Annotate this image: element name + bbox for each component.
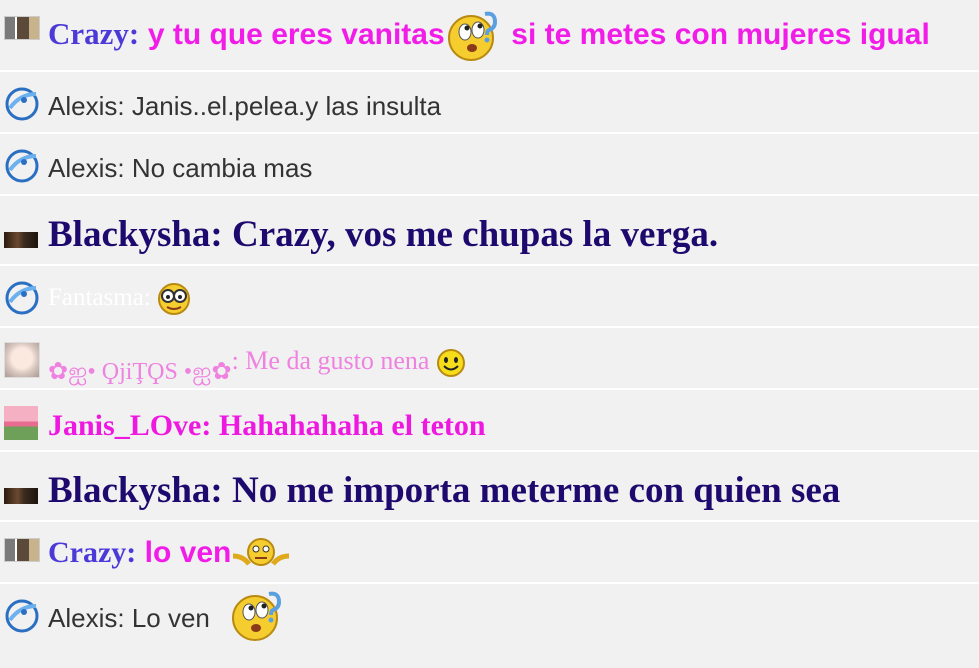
chat-text: Crazy, vos me chupas la verga. xyxy=(232,214,719,255)
chat-message: Alexis: No cambia mas xyxy=(0,134,979,196)
chat-text: No cambia mas xyxy=(131,153,313,183)
chat-username[interactable]: Alexis: xyxy=(48,91,125,121)
chat-message: Fantasma: xyxy=(0,266,979,328)
dark-avatar-icon[interactable] xyxy=(4,488,38,504)
chat-text: y tu que eres vanitas xyxy=(147,18,445,52)
chat-message: ✿ஐ• ϘjiŢϘS •ஐ✿: Me da gusto nena xyxy=(0,328,979,390)
photo-avatar-icon[interactable] xyxy=(4,538,40,562)
photo-avatar-icon[interactable] xyxy=(4,16,40,40)
rolling-eyes-emoji-icon xyxy=(445,8,503,64)
chat-text-continued: si te metes con mujeres igual xyxy=(511,18,930,52)
blue-bird-icon[interactable] xyxy=(4,86,40,127)
chat-username[interactable]: Alexis: xyxy=(48,603,125,633)
rolling-eyes-emoji-icon xyxy=(229,588,287,644)
chat-log: Crazy: y tu que eres vanitas si te metes… xyxy=(0,0,979,668)
blue-bird-icon[interactable] xyxy=(4,598,40,639)
smiley-emoji-icon xyxy=(436,348,466,378)
chat-text: Lo ven xyxy=(131,603,210,633)
dark-avatar-icon[interactable] xyxy=(4,232,38,248)
blue-bird-icon[interactable] xyxy=(4,148,40,189)
chat-text: : Me da gusto nena xyxy=(231,346,430,375)
chat-username[interactable]: Crazy: xyxy=(48,16,139,51)
blue-bird-icon[interactable] xyxy=(4,280,40,321)
nerd-glasses-emoji-icon xyxy=(157,282,191,316)
chat-message: Janis_LOve: Hahahahaha el teton xyxy=(0,390,979,452)
chat-username[interactable]: ✿ஐ• ϘjiŢϘS •ஐ✿ xyxy=(48,359,232,385)
chat-username[interactable]: Janis_LOve: xyxy=(48,409,211,442)
chat-username[interactable]: Alexis: xyxy=(48,153,125,183)
face-avatar-icon[interactable] xyxy=(4,342,40,378)
chat-text: Hahahahaha el teton xyxy=(218,409,486,442)
chat-text: No me importa meterme con quien sea xyxy=(232,470,841,511)
chat-message: Alexis: Lo ven xyxy=(0,584,979,668)
chat-text: Janis..el.pelea.y las insulta xyxy=(131,91,442,121)
chat-message: Alexis: Janis..el.pelea.y las insulta xyxy=(0,72,979,134)
chat-message: Blackysha: Crazy, vos me chupas la verga… xyxy=(0,196,979,266)
chat-username[interactable]: Blackysha: xyxy=(48,214,223,255)
chat-text: lo ven xyxy=(144,536,232,569)
chat-username[interactable]: Crazy: xyxy=(48,536,136,569)
chat-username[interactable]: Blackysha: xyxy=(48,470,223,511)
chat-message: Crazy: lo ven xyxy=(0,522,979,584)
chat-username[interactable]: Fantasma: xyxy=(48,284,151,311)
chat-message: Crazy: y tu que eres vanitas si te metes… xyxy=(0,0,979,72)
chat-message: Blackysha: No me importa meterme con qui… xyxy=(0,452,979,522)
shrug-emoji-icon xyxy=(231,536,291,572)
tulip-avatar-icon[interactable] xyxy=(4,406,38,440)
